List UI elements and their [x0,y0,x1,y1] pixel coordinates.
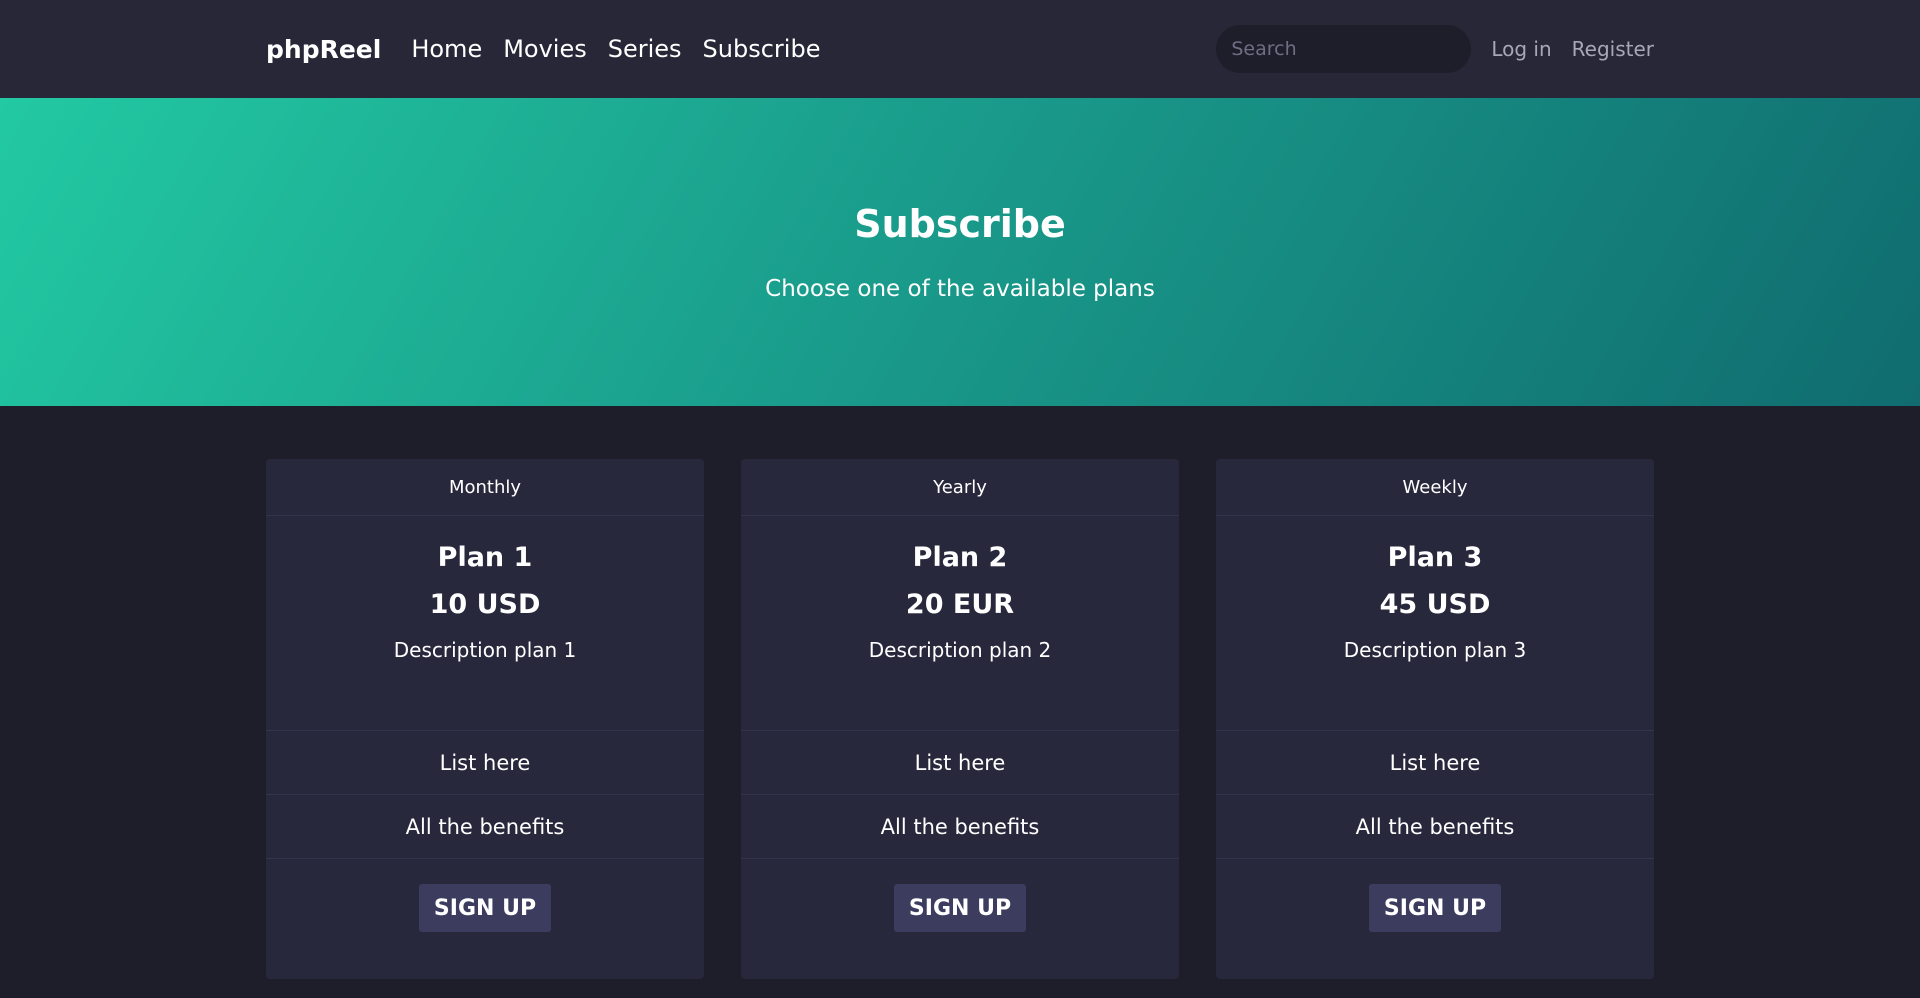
plan-price: 10 USD [429,589,541,620]
navbar: phpReel Home Movies Series Subscribe Log… [0,0,1920,98]
page-subtitle: Choose one of the available plans [765,276,1155,302]
nav-link-home[interactable]: Home [411,35,482,63]
plan-footer: SIGN UP [741,859,1179,932]
plan-body: Plan 1 10 USD Description plan 1 [266,516,704,731]
page-title: Subscribe [854,202,1066,246]
plan-benefit: List here [741,731,1179,795]
plan-period: Yearly [741,459,1179,516]
plan-price: 45 USD [1379,589,1491,620]
main-nav: Home Movies Series Subscribe [411,35,820,63]
plan-description: Description plan 2 [868,638,1052,662]
register-link[interactable]: Register [1572,37,1654,61]
plan-period: Monthly [266,459,704,516]
signup-button[interactable]: SIGN UP [894,884,1026,932]
navbar-inner: phpReel Home Movies Series Subscribe Log… [266,0,1654,98]
signup-button[interactable]: SIGN UP [1369,884,1501,932]
plan-benefit: All the benefits [266,795,704,859]
plan-body: Plan 3 45 USD Description plan 3 [1216,516,1654,731]
plan-card: Monthly Plan 1 10 USD Description plan 1… [266,459,704,979]
nav-link-movies[interactable]: Movies [503,35,587,63]
plan-benefit: All the benefits [741,795,1179,859]
plan-body: Plan 2 20 EUR Description plan 2 [741,516,1179,731]
nav-link-subscribe[interactable]: Subscribe [703,35,821,63]
plan-benefit: List here [1216,731,1654,795]
login-link[interactable]: Log in [1491,37,1551,61]
plan-price: 20 EUR [905,589,1015,620]
plan-name: Plan 2 [912,542,1008,573]
brand-logo[interactable]: phpReel [266,35,381,64]
plan-period: Weekly [1216,459,1654,516]
plan-footer: SIGN UP [266,859,704,932]
plan-cards: Monthly Plan 1 10 USD Description plan 1… [266,459,1654,979]
plan-description: Description plan 3 [1343,638,1527,662]
plan-card: Weekly Plan 3 45 USD Description plan 3 … [1216,459,1654,979]
nav-right: Log in Register [1216,25,1654,73]
plan-footer: SIGN UP [1216,859,1654,932]
plan-benefit: All the benefits [1216,795,1654,859]
plan-name: Plan 3 [1387,542,1483,573]
plan-description: Description plan 1 [393,638,577,662]
search-input[interactable] [1216,25,1472,73]
plan-benefit: List here [266,731,704,795]
plan-name: Plan 1 [437,542,533,573]
plan-card: Yearly Plan 2 20 EUR Description plan 2 … [741,459,1179,979]
hero-banner: Subscribe Choose one of the available pl… [0,98,1920,406]
nav-link-series[interactable]: Series [608,35,682,63]
signup-button[interactable]: SIGN UP [419,884,551,932]
